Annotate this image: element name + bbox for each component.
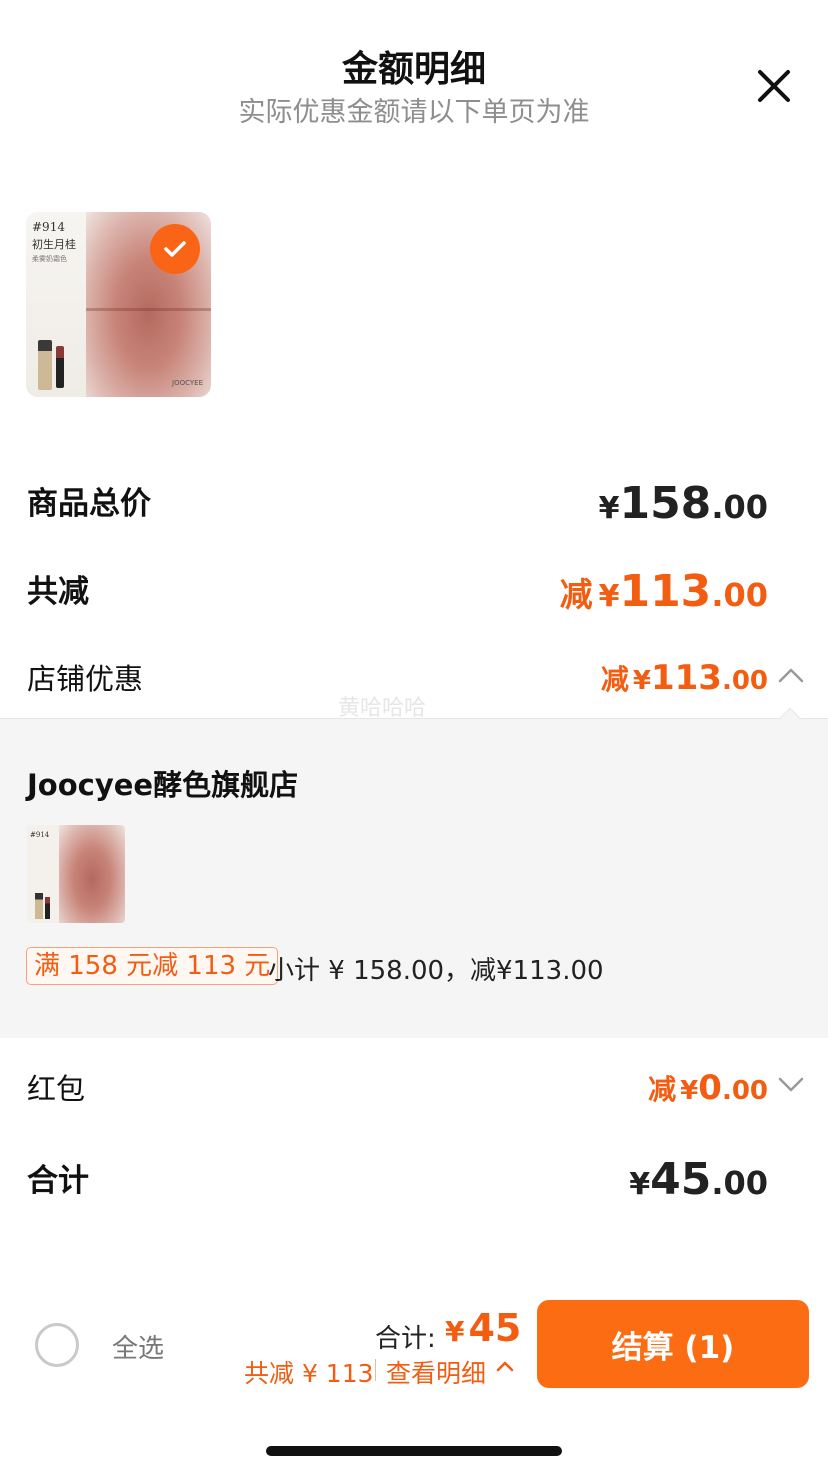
goods-total-value: ¥158.00 <box>598 478 768 529</box>
close-icon <box>758 70 790 102</box>
product-name: 初生月桂 <box>32 238 76 251</box>
total-reduce-value: 减 ¥113.00 <box>559 566 768 617</box>
bottle-graphic <box>38 340 52 390</box>
store-name[interactable]: Joocyee酵色旗舰店 <box>27 762 298 804</box>
bottom-reduce-text: 共减 ¥ 113 <box>244 1359 374 1388</box>
select-all-label[interactable]: 全选 <box>112 1328 164 1365</box>
shop-discount-label: 店铺优惠 <box>27 662 144 696</box>
shop-discount-value: 减 ¥113.00 <box>600 658 768 698</box>
chevron-up-icon <box>778 668 804 683</box>
chevron-up-icon <box>496 1361 514 1372</box>
tube-graphic <box>56 346 64 388</box>
total-reduce-label: 共减 <box>27 574 89 610</box>
select-all-radio[interactable] <box>35 1323 79 1367</box>
chevron-down-icon <box>778 1077 804 1092</box>
checkout-button[interactable]: 结算 (1) <box>537 1300 809 1388</box>
check-icon <box>164 241 186 257</box>
divider <box>375 1359 376 1381</box>
amount-detail-sheet: 金额明细 实际优惠金额请以下单页为准 #914 初生月桂 柔雾奶霜色 JOOCY… <box>0 0 828 1474</box>
grand-total-value: ¥45.00 <box>629 1154 768 1205</box>
store-subtotal: 小计 ¥ 158.00，减¥113.00 <box>268 956 604 986</box>
red-packet-value: 减 ¥0.00 <box>648 1068 768 1108</box>
product-brand: JOOCYEE <box>172 379 203 387</box>
page-subtitle: 实际优惠金额请以下单页为准 <box>238 97 590 128</box>
grand-total-label: 合计 <box>27 1163 89 1199</box>
bottom-total-value: ¥45 <box>445 1306 522 1350</box>
home-indicator <box>266 1446 562 1456</box>
goods-total-label: 商品总价 <box>27 486 151 522</box>
product-subtitle: 柔雾奶霜色 <box>32 255 67 263</box>
page-title: 金额明细 <box>341 49 486 90</box>
product-select-checkbox[interactable] <box>150 224 200 274</box>
red-packet-label: 红包 <box>27 1072 86 1106</box>
close-button[interactable] <box>752 64 796 108</box>
bottom-total-label: 合计: <box>375 1324 436 1354</box>
view-detail-link[interactable]: 查看明细 <box>386 1354 486 1390</box>
store-product-image[interactable]: #914 <box>27 825 125 923</box>
product-code: #914 <box>32 220 65 234</box>
watermark: 黄哈哈哈 <box>338 696 427 721</box>
promo-tag: 满 158 元减 113 元 <box>26 947 279 985</box>
